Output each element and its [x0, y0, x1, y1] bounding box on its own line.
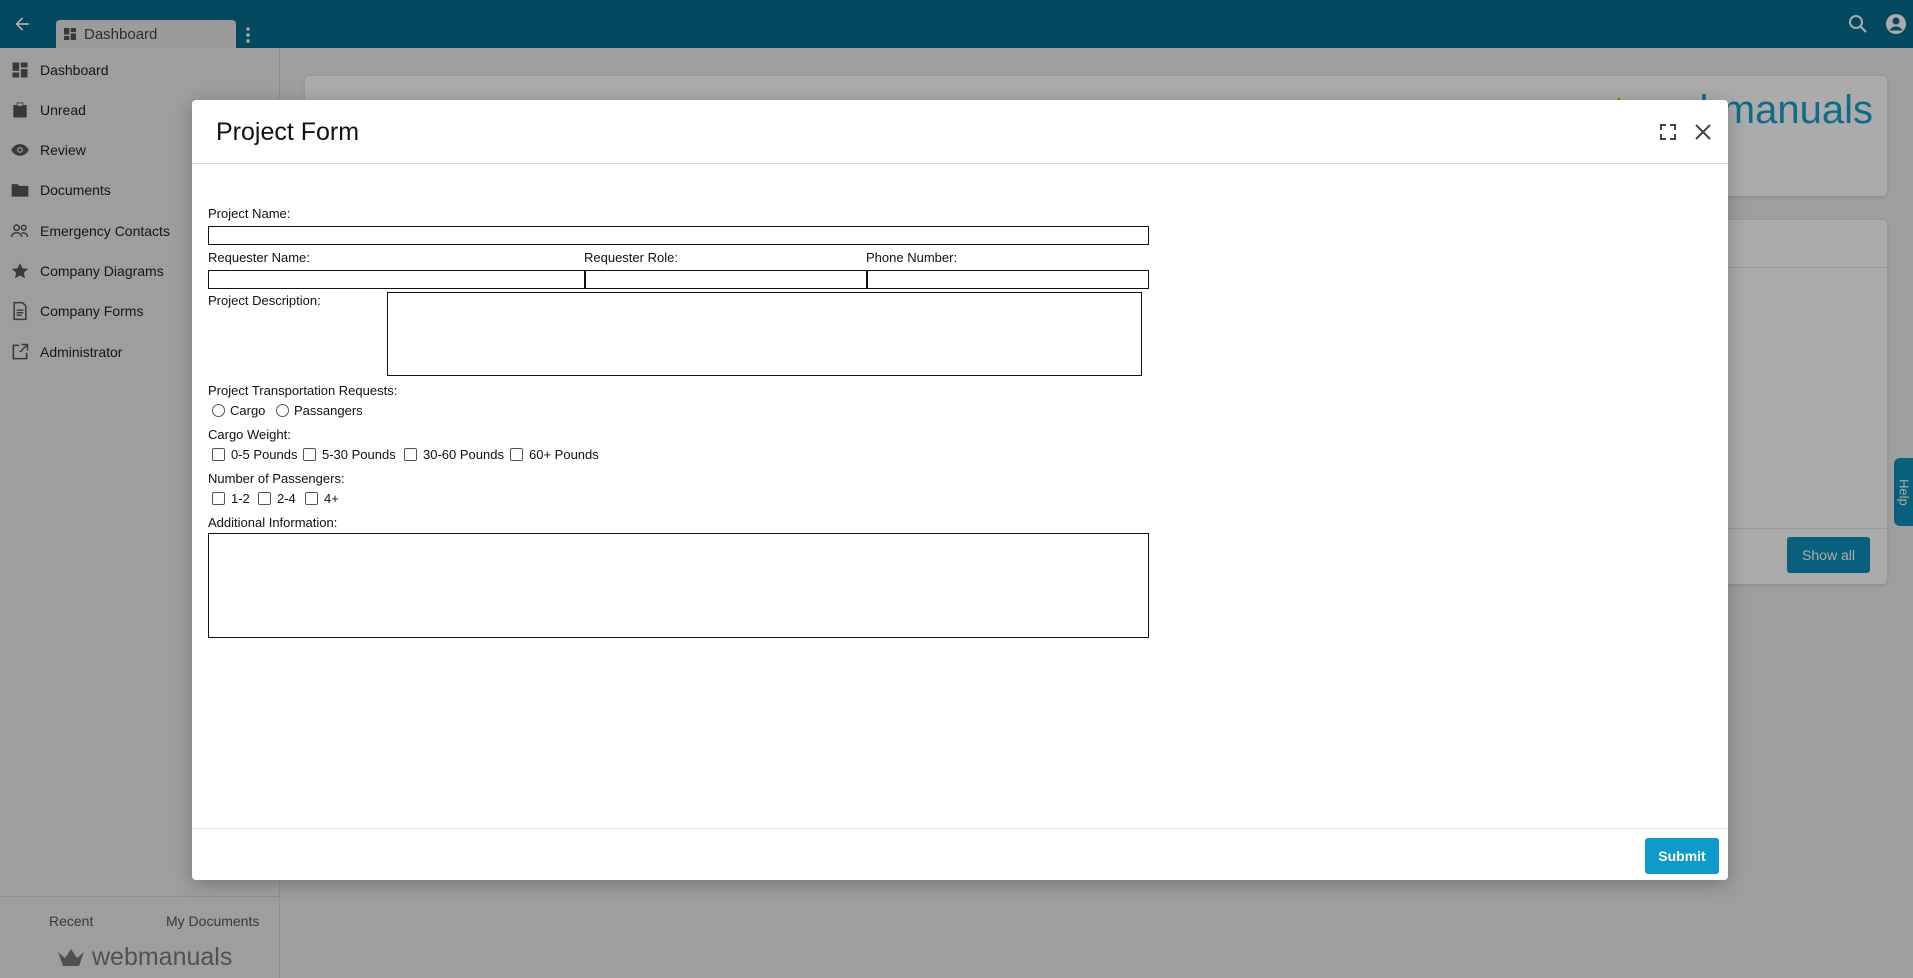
project-description-textarea[interactable]	[387, 292, 1142, 376]
expand-button[interactable]	[1656, 120, 1680, 144]
additional-info-label: Additional Information:	[208, 515, 338, 530]
option-label: 0-5 Pounds	[231, 447, 298, 462]
requester-name-label: Requester Name:	[208, 250, 310, 265]
passengers-label: Number of Passengers:	[208, 471, 345, 486]
phone-number-input[interactable]	[866, 270, 1149, 289]
transport-requests-label: Project Transportation Requests:	[208, 383, 398, 398]
passengers-1-2-checkbox[interactable]	[212, 492, 225, 505]
option-label: Passangers	[294, 403, 363, 418]
passengers-radio[interactable]	[276, 404, 289, 417]
cargo-60-plus-checkbox[interactable]	[510, 448, 523, 461]
project-form-modal: Project Form Project Name: Requester Nam…	[192, 100, 1728, 880]
additional-info-textarea[interactable]	[208, 533, 1149, 638]
cargo-option-5-30[interactable]: 5-30 Pounds	[303, 447, 396, 462]
cargo-option-60-plus[interactable]: 60+ Pounds	[510, 447, 599, 462]
modal-footer-divider	[192, 828, 1728, 829]
requester-name-input[interactable]	[208, 270, 585, 289]
fullscreen-icon	[1660, 124, 1676, 140]
option-label: 4+	[324, 491, 339, 506]
cargo-30-60-checkbox[interactable]	[404, 448, 417, 461]
transport-option-passengers[interactable]: Passangers	[276, 403, 363, 418]
requester-role-label: Requester Role:	[584, 250, 678, 265]
cargo-radio[interactable]	[212, 404, 225, 417]
close-button[interactable]	[1691, 120, 1715, 144]
modal-title: Project Form	[216, 118, 360, 146]
cargo-weight-label: Cargo Weight:	[208, 427, 291, 442]
option-label: Cargo	[230, 403, 266, 418]
option-label: 1-2	[231, 491, 250, 506]
phone-number-label: Phone Number:	[866, 250, 958, 265]
cargo-option-30-60[interactable]: 30-60 Pounds	[404, 447, 504, 462]
close-icon	[1695, 124, 1711, 140]
passenger-option-2-4[interactable]: 2-4	[258, 491, 296, 506]
option-label: 60+ Pounds	[529, 447, 599, 462]
modal-header: Project Form	[192, 100, 1728, 164]
transport-option-cargo[interactable]: Cargo	[212, 403, 265, 418]
project-description-label: Project Description:	[208, 293, 321, 308]
requester-role-input[interactable]	[584, 270, 867, 289]
option-label: 5-30 Pounds	[322, 447, 396, 462]
passengers-2-4-checkbox[interactable]	[258, 492, 271, 505]
cargo-0-5-checkbox[interactable]	[212, 448, 225, 461]
passengers-4-plus-checkbox[interactable]	[305, 492, 318, 505]
option-label: 2-4	[277, 491, 296, 506]
project-name-input[interactable]	[208, 226, 1149, 245]
submit-button[interactable]: Submit	[1645, 838, 1719, 874]
passenger-option-4-plus[interactable]: 4+	[305, 491, 339, 506]
cargo-option-0-5[interactable]: 0-5 Pounds	[212, 447, 298, 462]
option-label: 30-60 Pounds	[423, 447, 504, 462]
cargo-5-30-checkbox[interactable]	[303, 448, 316, 461]
project-name-label: Project Name:	[208, 206, 291, 221]
passenger-option-1-2[interactable]: 1-2	[212, 491, 250, 506]
